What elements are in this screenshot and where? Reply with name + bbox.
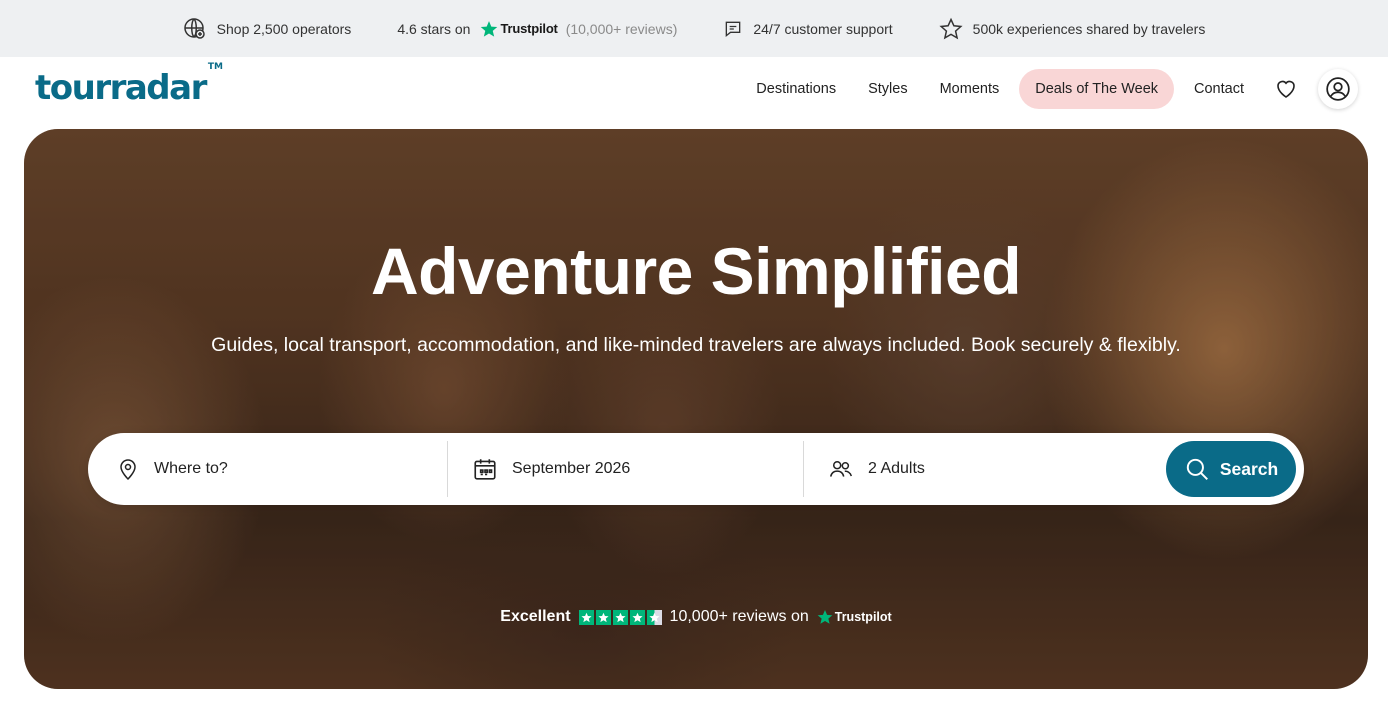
trustpilot-brand: Trustpilot xyxy=(480,20,558,38)
rating-word: Excellent xyxy=(500,608,571,625)
nav-destinations[interactable]: Destinations xyxy=(740,69,852,109)
reviews-count: (10,000+ reviews) xyxy=(565,20,678,37)
star-outline-icon xyxy=(939,17,963,41)
calendar-icon xyxy=(474,459,496,480)
experiences-info: 500k experiences shared by travelers xyxy=(939,17,1206,41)
operators-info: Shop 2,500 operators xyxy=(183,17,352,41)
logo-trademark: TM xyxy=(207,61,223,72)
star-icon xyxy=(595,609,611,625)
operators-text: Shop 2,500 operators xyxy=(216,20,352,37)
star-icon xyxy=(629,609,645,625)
trustpilot-rating-banner[interactable]: Excellent 10,000+ reviews on Trustpilot xyxy=(24,608,1368,626)
trustpilot-stars xyxy=(578,609,662,625)
date-field[interactable]: September 2026 xyxy=(448,441,804,497)
experiences-text: 500k experiences shared by travelers xyxy=(972,20,1206,37)
account-button[interactable] xyxy=(1318,69,1358,109)
star-icon xyxy=(612,609,628,625)
trustpilot-brand-label: Trustpilot xyxy=(834,610,892,624)
globe-operator-icon xyxy=(183,17,207,41)
nav-styles[interactable]: Styles xyxy=(852,69,924,109)
reviews-text: 10,000+ reviews on xyxy=(669,608,809,625)
hero-subtitle: Guides, local transport, accommodation, … xyxy=(211,334,1181,356)
rating-info: 4.6 stars on Trustpilot (10,000+ reviews… xyxy=(397,20,677,38)
nav-deals-of-the-week[interactable]: Deals of The Week xyxy=(1019,69,1175,109)
top-info-bar: Shop 2,500 operators 4.6 stars on Trustp… xyxy=(0,0,1388,57)
date-value: September 2026 xyxy=(512,460,631,477)
site-header: tourradarTM Destinations Styles Moments … xyxy=(0,57,1388,129)
trustpilot-star-icon xyxy=(481,20,498,37)
trustpilot-logo: Trustpilot xyxy=(817,609,892,625)
search-icon xyxy=(1186,458,1208,480)
half-star-icon xyxy=(646,609,662,625)
people-icon xyxy=(829,460,853,477)
rating-prefix: 4.6 stars on xyxy=(397,20,471,37)
trustpilot-star-icon xyxy=(817,610,833,624)
heart-icon xyxy=(1277,80,1295,98)
user-icon xyxy=(1326,77,1350,101)
hero-title: Adventure Simplified xyxy=(370,234,1022,308)
chat-icon xyxy=(723,19,743,39)
hero-banner: Adventure Simplified Guides, local trans… xyxy=(24,129,1368,689)
search-button[interactable]: Search xyxy=(1166,441,1296,497)
trustpilot-label: Trustpilot xyxy=(500,21,558,36)
main-nav: Destinations Styles Moments Deals of The… xyxy=(740,69,1358,109)
tourradar-logo[interactable]: tourradarTM xyxy=(35,62,223,108)
destination-placeholder: Where to? xyxy=(154,460,228,477)
travelers-field[interactable]: 2 Adults xyxy=(804,441,1166,497)
travelers-value: 2 Adults xyxy=(868,460,925,477)
support-text: 24/7 customer support xyxy=(753,20,893,37)
logo-text: tourradar xyxy=(35,68,207,108)
nav-moments[interactable]: Moments xyxy=(924,69,1016,109)
support-info: 24/7 customer support xyxy=(723,19,893,39)
search-bar: Where to? September 2026 2 Adults Search xyxy=(88,433,1304,505)
search-button-label: Search xyxy=(1219,458,1279,479)
nav-contact[interactable]: Contact xyxy=(1178,69,1260,109)
star-icon xyxy=(578,609,594,625)
destination-field[interactable]: Where to? xyxy=(88,441,448,497)
wishlist-button[interactable] xyxy=(1266,69,1306,109)
location-pin-icon xyxy=(120,459,136,481)
